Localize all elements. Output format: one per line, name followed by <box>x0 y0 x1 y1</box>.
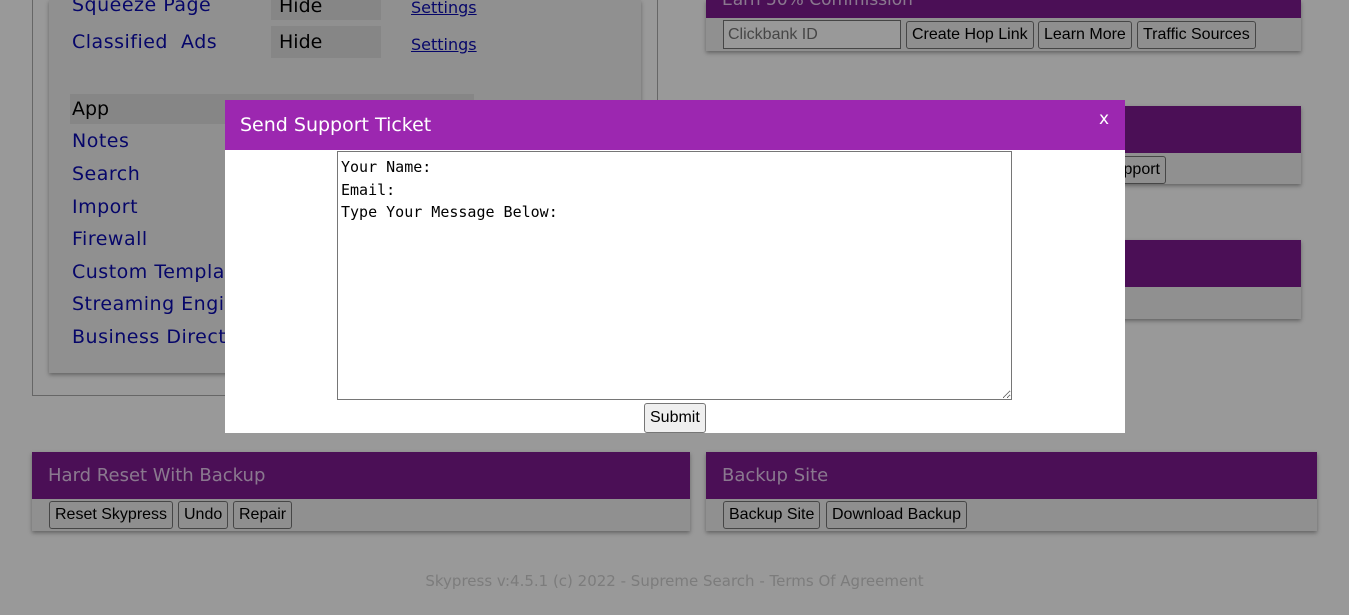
modal-title: Send Support Ticket <box>240 114 432 136</box>
submit-button[interactable]: Submit <box>644 403 706 433</box>
close-icon[interactable]: x <box>1099 109 1109 129</box>
message-textarea[interactable]: Your Name: Email: Type Your Message Belo… <box>337 151 1012 400</box>
support-ticket-modal: Send Support Ticket x Your Name: Email: … <box>225 100 1125 433</box>
modal-header: Send Support Ticket x <box>225 100 1125 150</box>
